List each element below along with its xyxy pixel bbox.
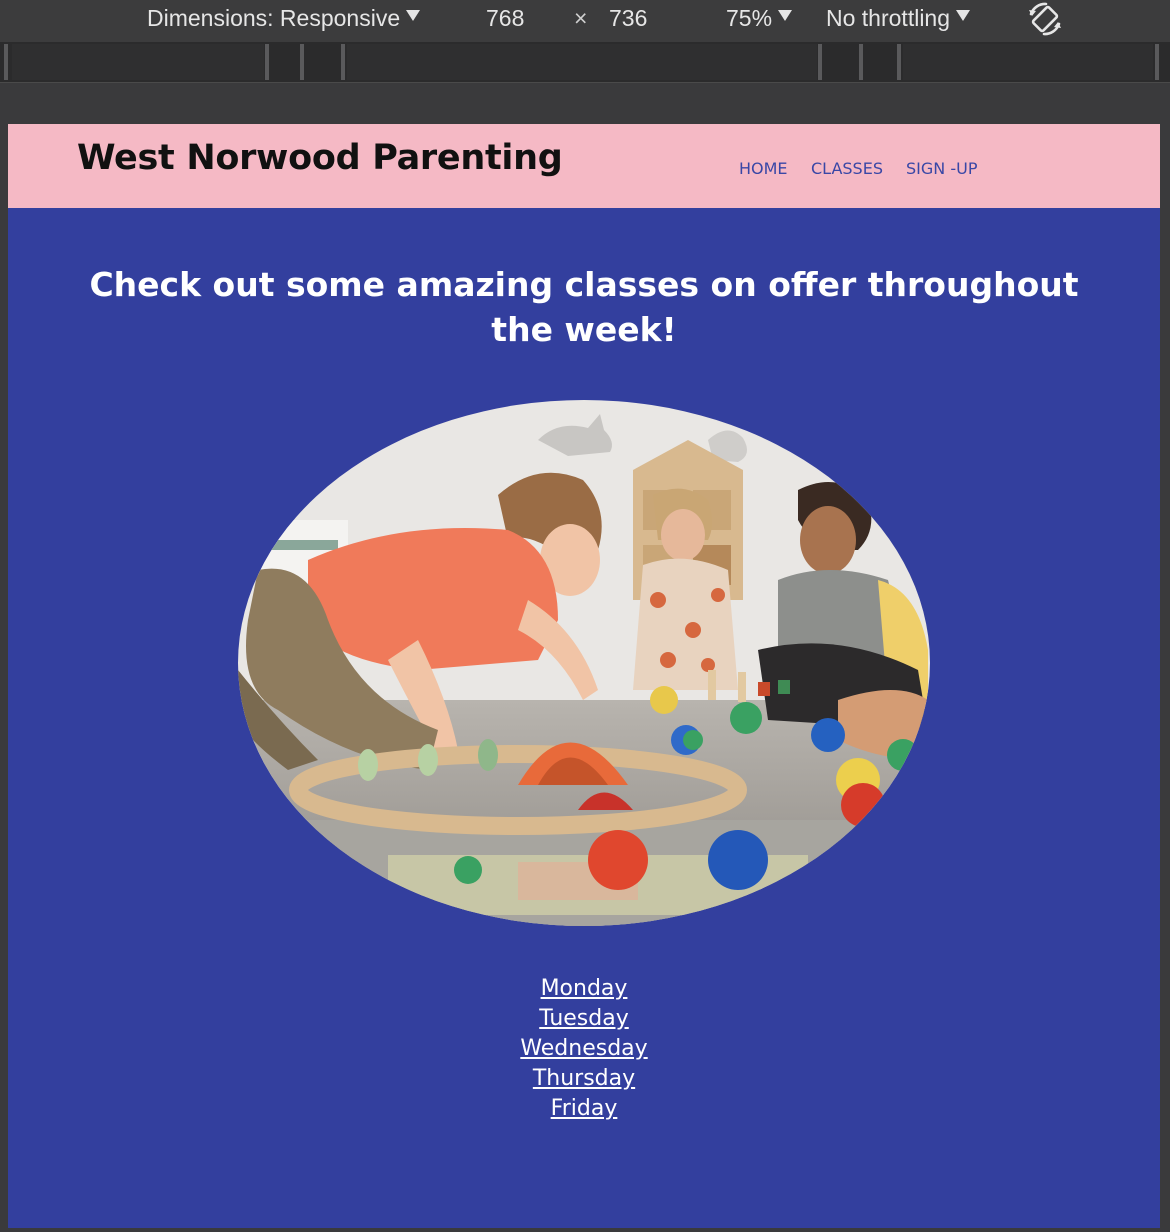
nav-link-home[interactable]: HOME	[739, 159, 788, 178]
day-link-tuesday[interactable]: Tuesday	[384, 1004, 784, 1034]
page-headline: Check out some amazing classes on offer …	[89, 265, 1079, 349]
dimensions-caret-icon	[406, 10, 421, 21]
ruler-tick	[4, 44, 8, 80]
ruler-segment[interactable]	[347, 44, 817, 80]
ruler-tick	[300, 44, 304, 80]
classes-photo	[238, 400, 930, 926]
throttling-caret-icon	[956, 10, 971, 21]
ruler-tick	[818, 44, 822, 80]
site-header: West Norwood Parenting HOME CLASSES SIGN…	[8, 124, 1160, 208]
ruler-tick	[1155, 44, 1159, 80]
ruler-tick	[859, 44, 863, 80]
dimensions-dropdown[interactable]: Dimensions: Responsive	[147, 3, 421, 33]
width-input[interactable]: 768	[486, 3, 524, 33]
height-input[interactable]: 736	[609, 3, 647, 33]
nav-link-classes[interactable]: CLASSES	[811, 159, 883, 178]
zoom-label: 75%	[726, 5, 773, 31]
throttling-label: No throttling	[826, 5, 951, 31]
zoom-dropdown[interactable]: 75%	[726, 3, 793, 33]
weekday-links: Monday Tuesday Wednesday Thursday Friday	[384, 974, 784, 1124]
day-link-wednesday[interactable]: Wednesday	[384, 1034, 784, 1064]
media-query-ruler	[0, 42, 1170, 83]
times-icon: ×	[574, 5, 588, 31]
zoom-caret-icon	[778, 10, 793, 21]
site-brand[interactable]: West Norwood Parenting	[77, 138, 563, 178]
ruler-segment[interactable]	[903, 44, 1153, 80]
devtools-device-toolbar: Dimensions: Responsive 768 × 736 75% No …	[0, 0, 1170, 42]
ruler-tick	[341, 44, 345, 80]
ruler-tick	[897, 44, 901, 80]
throttling-dropdown[interactable]: No throttling	[826, 3, 971, 33]
day-link-thursday[interactable]: Thursday	[384, 1064, 784, 1094]
ruler-segment[interactable]	[12, 44, 264, 80]
rotate-device-icon[interactable]	[1026, 1, 1064, 37]
ruler-tick	[265, 44, 269, 80]
nav-link-sign-up[interactable]: SIGN -UP	[906, 159, 977, 178]
device-viewport: West Norwood Parenting HOME CLASSES SIGN…	[8, 124, 1160, 1228]
day-link-friday[interactable]: Friday	[384, 1094, 784, 1124]
viewport-gutter	[0, 83, 1170, 123]
day-link-monday[interactable]: Monday	[384, 974, 784, 1004]
dimensions-label: Dimensions: Responsive	[147, 5, 401, 31]
